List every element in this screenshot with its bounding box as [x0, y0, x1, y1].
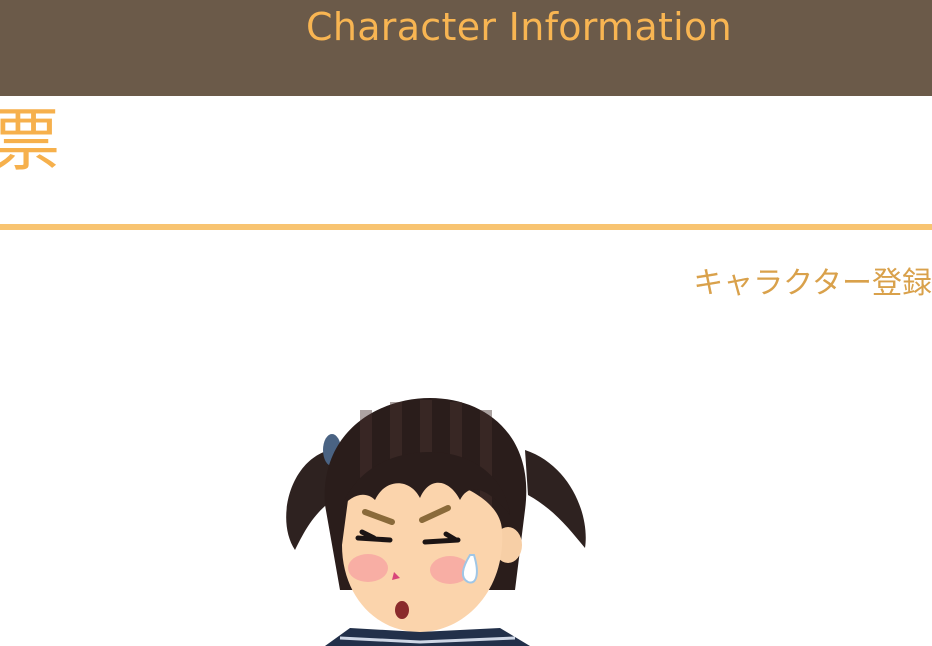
page-heading: 票 — [0, 102, 61, 181]
face — [342, 475, 503, 632]
app-header: Character Information — [0, 0, 932, 96]
character-illustration — [286, 398, 586, 646]
header-title: Character Information — [306, 5, 732, 49]
mouth — [395, 601, 409, 619]
character-info-page: Character Information 票 キャラクター登録 — [0, 0, 932, 646]
right-pigtail — [525, 450, 586, 548]
heading-divider — [0, 224, 932, 230]
character-register-link[interactable]: キャラクター登録 — [693, 264, 932, 304]
left-blush — [348, 554, 388, 582]
